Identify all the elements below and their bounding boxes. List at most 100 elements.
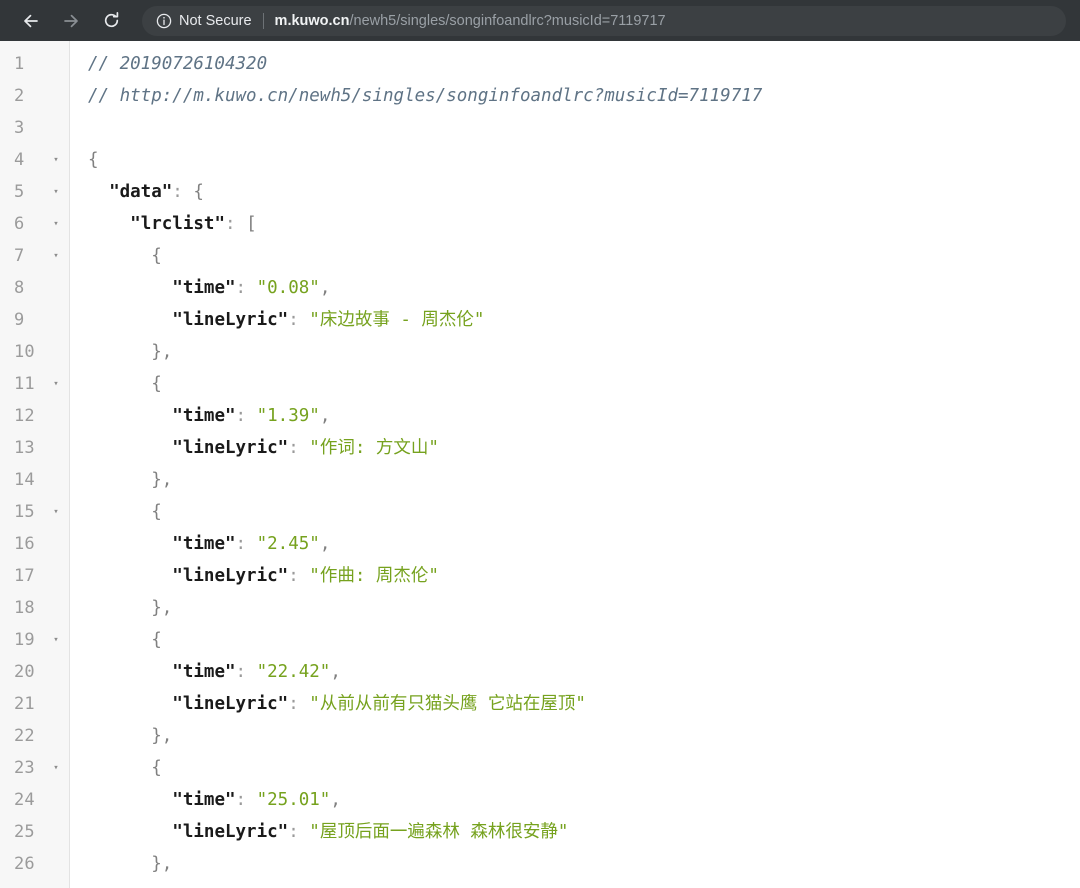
gutter-row: 8▾ bbox=[0, 272, 69, 304]
gutter-row: 21▾ bbox=[0, 688, 69, 720]
token-brace: { bbox=[151, 630, 162, 650]
token-brace: [ bbox=[246, 214, 257, 234]
fold-toggle-icon[interactable]: ▾ bbox=[48, 496, 64, 528]
omnibox-divider bbox=[262, 12, 264, 29]
token-brace: } bbox=[151, 342, 162, 362]
code-line: "data": { bbox=[88, 176, 1080, 208]
code-line: { bbox=[88, 496, 1080, 528]
token-brace: { bbox=[151, 374, 162, 394]
token-string: "1.39" bbox=[256, 406, 320, 426]
token-punc: , bbox=[319, 406, 331, 426]
line-number: 24 bbox=[14, 790, 35, 810]
url-path: /newh5/singles/songinfoandlrc?musicId=71… bbox=[349, 12, 666, 29]
gutter-row: 6 ▾ bbox=[0, 208, 69, 240]
gutter-row: 13▾ bbox=[0, 432, 69, 464]
line-number: 15 bbox=[14, 502, 35, 522]
token-key: "lineLyric" bbox=[172, 310, 289, 330]
gutter-row: 1▾ bbox=[0, 48, 69, 80]
gutter-row: 4 ▾ bbox=[0, 144, 69, 176]
token-string: "25.01" bbox=[256, 790, 331, 810]
fold-toggle-icon[interactable]: ▾ bbox=[48, 368, 64, 400]
address-bar[interactable]: Not Secure m.kuwo.cn/newh5/singles/songi… bbox=[142, 5, 1066, 36]
gutter-row: 20▾ bbox=[0, 656, 69, 688]
token-string: "床边故事 - 周杰伦" bbox=[309, 310, 485, 330]
token-brace: { bbox=[151, 502, 162, 522]
token-colon: : bbox=[288, 822, 310, 842]
line-number: 22 bbox=[14, 726, 35, 746]
token-brace: } bbox=[151, 726, 162, 746]
line-number: 5 bbox=[14, 182, 25, 202]
token-punc: , bbox=[161, 854, 173, 874]
url-domain: m.kuwo.cn bbox=[274, 12, 350, 29]
code-line: "lineLyric": "从前从前有只猫头鹰 它站在屋顶" bbox=[88, 688, 1080, 720]
token-brace: { bbox=[88, 150, 99, 170]
gutter-row: 7 ▾ bbox=[0, 240, 69, 272]
token-punc: , bbox=[319, 278, 331, 298]
token-string: "22.42" bbox=[256, 662, 331, 682]
gutter-row: 24▾ bbox=[0, 784, 69, 816]
gutter-row: 3▾ bbox=[0, 112, 69, 144]
token-key: "lineLyric" bbox=[172, 566, 289, 586]
fold-toggle-icon[interactable]: ▾ bbox=[48, 240, 64, 272]
token-punc: , bbox=[330, 662, 341, 682]
json-viewer: 1▾2▾3▾4▾5▾6▾7▾8▾9▾10▾11▾12▾13▾14▾15▾16▾1… bbox=[0, 41, 1080, 888]
token-string: "0.08" bbox=[256, 278, 320, 298]
back-button[interactable] bbox=[14, 4, 48, 38]
gutter-row: 9▾ bbox=[0, 304, 69, 336]
gutter-row: 18▾ bbox=[0, 592, 69, 624]
code-line: }, bbox=[88, 592, 1080, 624]
token-key: "time" bbox=[172, 790, 236, 810]
token-key: "data" bbox=[109, 182, 173, 202]
info-circle-icon[interactable] bbox=[156, 13, 172, 29]
reload-button[interactable] bbox=[94, 4, 128, 38]
token-brace: } bbox=[151, 598, 162, 618]
fold-toggle-icon[interactable]: ▾ bbox=[48, 176, 64, 208]
line-number: 4 bbox=[14, 150, 25, 170]
back-arrow-icon bbox=[24, 14, 38, 27]
line-number: 7 bbox=[14, 246, 25, 266]
token-colon: : bbox=[288, 566, 310, 586]
gutter-row: 19 ▾ bbox=[0, 624, 69, 656]
code-line: // 20190726104320 bbox=[88, 48, 1080, 80]
forward-button[interactable] bbox=[54, 4, 88, 38]
code-line: { bbox=[88, 624, 1080, 656]
gutter-row: 16▾ bbox=[0, 528, 69, 560]
gutter-row: 25▾ bbox=[0, 816, 69, 848]
forward-arrow-icon bbox=[64, 14, 78, 27]
token-colon: : bbox=[235, 278, 257, 298]
gutter-row: 12▾ bbox=[0, 400, 69, 432]
line-number: 16 bbox=[14, 534, 35, 554]
line-number: 14 bbox=[14, 470, 35, 490]
code-line: "time": "22.42", bbox=[88, 656, 1080, 688]
gutter-row: 17▾ bbox=[0, 560, 69, 592]
token-colon: : bbox=[288, 694, 310, 714]
code-line: { bbox=[88, 240, 1080, 272]
line-number: 18 bbox=[14, 598, 35, 618]
fold-toggle-icon[interactable]: ▾ bbox=[48, 624, 64, 656]
token-colon: : bbox=[288, 310, 310, 330]
line-number: 6 bbox=[14, 214, 25, 234]
token-comment: // http://m.kuwo.cn/newh5/singles/songin… bbox=[88, 86, 763, 106]
fold-toggle-icon[interactable]: ▾ bbox=[48, 144, 64, 176]
code-line: "time": "0.08", bbox=[88, 272, 1080, 304]
line-number: 3 bbox=[14, 118, 25, 138]
fold-toggle-icon[interactable]: ▾ bbox=[48, 752, 64, 784]
line-number: 2 bbox=[14, 86, 25, 106]
browser-toolbar: Not Secure m.kuwo.cn/newh5/singles/songi… bbox=[0, 0, 1080, 41]
gutter-row: 26▾ bbox=[0, 848, 69, 880]
fold-toggle-icon[interactable]: ▾ bbox=[48, 208, 64, 240]
code-content[interactable]: // 20190726104320 // http://m.kuwo.cn/new… bbox=[70, 41, 1080, 888]
